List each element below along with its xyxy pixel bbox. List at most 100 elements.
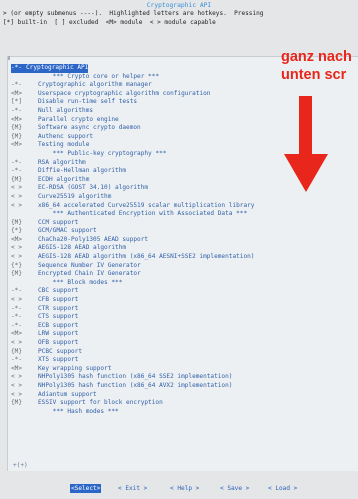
menu-item-state: < > xyxy=(11,296,23,304)
menu-item-state: {M} xyxy=(11,270,23,278)
menu-item-label: Disable run-time self tests xyxy=(38,98,138,106)
menu-item-state: < > xyxy=(11,192,23,200)
menu-item-state: -*- xyxy=(11,81,23,89)
menu-item-label: Curve25519 algorithm xyxy=(38,192,112,200)
menu-item[interactable]: < > CFB support xyxy=(11,296,358,305)
menu-item-label: ECB support xyxy=(38,321,79,329)
menu-item[interactable]: {M} PCBC support xyxy=(11,348,358,357)
help-button[interactable]: < Help > xyxy=(170,484,199,493)
menu-item-label: LRW support xyxy=(38,330,79,338)
menu-item-state: < > xyxy=(11,381,23,389)
load-button[interactable]: < Load > xyxy=(268,484,297,493)
menu-item-state: [*] xyxy=(11,98,23,106)
menu-item-state xyxy=(11,150,38,159)
menu-item-state: < > xyxy=(11,390,23,398)
menu-item-label: CTS support xyxy=(38,313,79,321)
menu-item-state: -*- xyxy=(11,158,23,166)
menu-item-state xyxy=(11,408,38,417)
menu-item[interactable]: < > NHPoly1305 hash function (x86_64 SSE2… xyxy=(11,373,358,382)
menu-item-label: CTR support xyxy=(38,304,79,312)
menu-item[interactable]: < > NHPoly1305 hash function (x86_64 AVX2… xyxy=(11,382,358,391)
menu-item-label: *** Hash modes *** xyxy=(38,407,119,415)
menu-item-label: NHPoly1305 hash function (x86_64 SSE2 im… xyxy=(38,373,233,381)
menu-item-state: -*- xyxy=(11,167,23,175)
menu-item-state: -*- xyxy=(11,321,23,329)
menu-item-label: ChaCha20-Poly1305 AEAD support xyxy=(38,235,149,243)
menu-item[interactable]: <M> Key wrapping support xyxy=(11,365,358,374)
menu-item-state: <M> xyxy=(11,235,23,243)
menu-item-state: -*- xyxy=(11,356,23,364)
more-below-indicator: +(+) xyxy=(13,462,28,469)
menu-item-label: *** Authenticated Encryption with Associ… xyxy=(38,210,248,218)
menu-item-label: Authenc support xyxy=(38,132,94,140)
menu-item-state: <M> xyxy=(11,141,23,149)
menu-item-label: RSA algorithm xyxy=(38,158,86,166)
menu-item[interactable]: < > OFB support xyxy=(11,339,358,348)
menu-item-label: Encrypted Chain IV Generator xyxy=(38,270,141,278)
menu-item[interactable]: <M> ChaCha20-Poly1305 AEAD support xyxy=(11,236,358,245)
down-arrow-icon xyxy=(284,96,328,192)
menu-item[interactable]: < > AEGIS-128 AEAD algorithm xyxy=(11,244,358,253)
menu-item[interactable]: -*- XTS support xyxy=(11,356,358,365)
menu-item[interactable]: *** Block modes *** xyxy=(11,279,358,288)
menu-item-state: < > xyxy=(11,201,23,209)
menu-item-label: Adiantum support xyxy=(38,390,97,398)
menu-item[interactable]: {M} ESSIV support for block encryption xyxy=(11,399,358,408)
help-text-line-2: [*] built-in [ ] excluded <M> module < >… xyxy=(3,19,216,26)
menu-item[interactable]: {*} Sequence Number IV Generator xyxy=(11,262,358,271)
menu-item[interactable]: *** Authenticated Encryption with Associ… xyxy=(11,210,358,219)
menu-item-state: {*} xyxy=(11,227,23,235)
annotation-text: ganz nach unten scr xyxy=(281,49,352,83)
menu-item-label: *** Public-key cryptography *** xyxy=(38,149,167,157)
menu-item-label: Parallel crypto engine xyxy=(38,115,119,123)
menu-item-label: CCM support xyxy=(38,218,79,226)
menu-item-label: AEGIS-128 AEAD algorithm (x86_64 AESNI+S… xyxy=(38,253,255,261)
menu-item[interactable]: {M} CCM support xyxy=(11,219,358,228)
menu-item-state xyxy=(11,210,38,219)
menu-item-state xyxy=(11,73,38,82)
menu-item[interactable]: *** Hash modes *** xyxy=(11,408,358,417)
button-bar: <Select> < Exit > < Help > < Save > < Load > xyxy=(0,484,358,496)
menu-item-state: < > xyxy=(11,253,23,261)
menu-item[interactable]: -*- CBC support xyxy=(11,287,358,296)
menu-item-label: EC-RDSA (GOST 34.10) algorithm xyxy=(38,184,149,192)
menu-item-label: *** Crypto core or helper *** xyxy=(38,72,160,80)
menu-item[interactable]: < > x86_64 accelerated Curve25519 scalar … xyxy=(11,202,358,211)
menu-item-state: < > xyxy=(11,184,23,192)
menu-item-state: {M} xyxy=(11,175,23,183)
menu-item[interactable]: <M> LRW support xyxy=(11,330,358,339)
menu-item-label: ESSIV support for block encryption xyxy=(38,399,163,407)
menu-item[interactable]: < > Adiantum support xyxy=(11,391,358,400)
menu-item-state: {*} xyxy=(11,261,23,269)
menu-item-state: < > xyxy=(11,339,23,346)
menu-item-state: -*- xyxy=(11,313,23,321)
menu-item-state: < > xyxy=(11,244,23,252)
menu-item-label: CBC support xyxy=(38,287,79,295)
save-button[interactable]: < Save > xyxy=(220,484,249,493)
menu-item-state: {M} xyxy=(11,218,23,226)
exit-button[interactable]: < Exit > xyxy=(118,484,147,493)
menu-item-label: ECDH algorithm xyxy=(38,175,90,183)
menu-item-label: AEGIS-128 AEAD algorithm xyxy=(38,244,127,252)
menu-item-state: <M> xyxy=(11,364,23,372)
menu-item[interactable]: -*- CTS support xyxy=(11,313,358,322)
menu-item-label: Diffie-Hellman algorithm xyxy=(38,167,127,175)
select-button[interactable]: <Select> xyxy=(70,484,102,493)
menu-item-label: XTS support xyxy=(38,356,79,364)
help-text-line-1: > (or empty submenus ----). Highlighted … xyxy=(3,10,264,17)
menu-item-state: <M> xyxy=(11,115,23,123)
menu-item-state: -*- xyxy=(11,304,23,312)
menu-item[interactable]: -*- CTR support xyxy=(11,305,358,314)
menu-item-label: PCBC support xyxy=(38,347,83,355)
menu-item[interactable]: {M} Encrypted Chain IV Generator xyxy=(11,270,358,279)
menu-item[interactable]: -*- ECB support xyxy=(11,322,358,331)
menu-item[interactable]: < > AEGIS-128 AEAD algorithm (x86_64 AESN… xyxy=(11,253,358,262)
menu-item-label: x86_64 accelerated Curve25519 scalar mul… xyxy=(38,201,255,209)
menu-item[interactable]: {*} GCM/GMAC support xyxy=(11,227,358,236)
menu-item-label: GCM/GMAC support xyxy=(38,227,97,235)
menu-item-state: {M} xyxy=(11,132,23,140)
menu-item-label: Sequence Number IV Generator xyxy=(38,261,141,269)
menu-item-label: Key wrapping support xyxy=(38,364,112,372)
menu-item-label: NHPoly1305 hash function (x86_64 AVX2 im… xyxy=(38,381,233,389)
menu-item-state: -*- xyxy=(11,106,23,114)
